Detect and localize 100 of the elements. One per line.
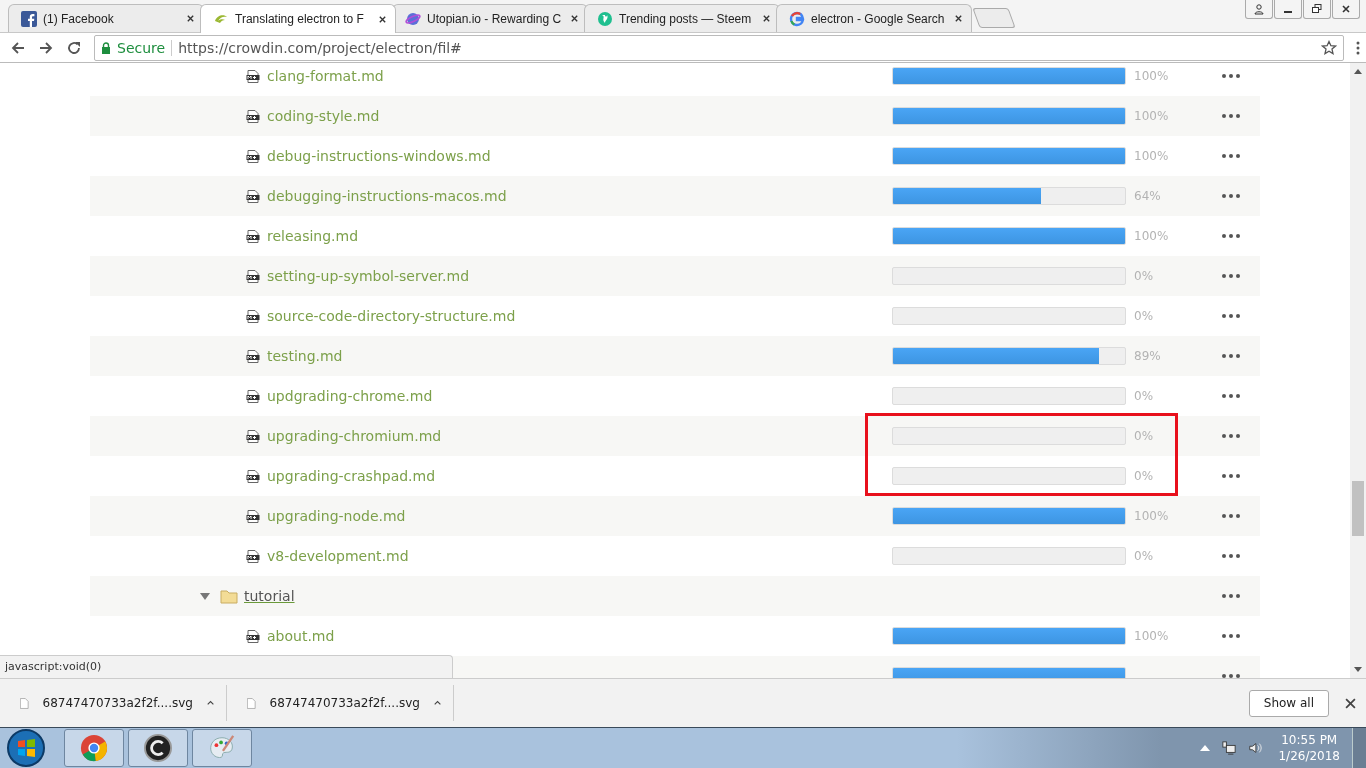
address-bar[interactable]: Secure https://crowdin.com/project/electron/fil# xyxy=(94,34,1344,61)
more-icon[interactable] xyxy=(1222,274,1240,278)
progress-percent: 100% xyxy=(1133,149,1170,163)
more-icon[interactable] xyxy=(1222,634,1240,638)
volume-icon[interactable] xyxy=(1248,741,1263,755)
file-name[interactable]: debugging-instructions-macos.md xyxy=(267,188,507,204)
close-icon[interactable] xyxy=(186,14,195,23)
progress-percent: 64% xyxy=(1133,189,1162,203)
more-icon[interactable] xyxy=(1222,434,1240,438)
progress-percent: 0% xyxy=(1133,389,1155,403)
chrome-icon xyxy=(80,734,108,762)
restore-icon xyxy=(1311,3,1323,15)
forward-icon[interactable] xyxy=(38,39,54,56)
menu-icon[interactable] xyxy=(1356,39,1360,56)
progress-percent: 89% xyxy=(1133,349,1162,363)
start-button[interactable] xyxy=(6,728,46,768)
network-icon[interactable] xyxy=(1222,741,1237,755)
file-name[interactable]: about.md xyxy=(267,628,335,644)
show-desktop-button[interactable] xyxy=(1352,728,1366,768)
file-name[interactable]: debug-instructions-windows.md xyxy=(267,148,491,164)
more-icon[interactable] xyxy=(1222,554,1240,558)
show-hidden-icon[interactable] xyxy=(1200,745,1211,751)
markdown-file-icon xyxy=(246,509,260,523)
markdown-file-icon xyxy=(246,229,260,243)
scroll-thumb[interactable] xyxy=(1352,481,1364,536)
taskbar-app[interactable] xyxy=(128,729,188,767)
more-icon[interactable] xyxy=(1222,354,1240,358)
more-icon[interactable] xyxy=(1222,74,1240,78)
progress-percent: 0% xyxy=(1133,269,1155,283)
file-icon xyxy=(20,695,29,711)
back-icon[interactable] xyxy=(10,39,26,56)
progress-percent: 100% xyxy=(1133,69,1170,83)
close-button[interactable] xyxy=(1332,0,1360,19)
scrollbar[interactable] xyxy=(1350,63,1366,678)
file-name[interactable]: coding-style.md xyxy=(267,108,380,124)
browser-tab[interactable]: electron - Google Search xyxy=(776,4,972,32)
progress-percent: 100% xyxy=(1133,629,1170,643)
file-name[interactable]: upgrading-chromium.md xyxy=(267,428,442,444)
url-text: https://crowdin.com/project/electron/fil# xyxy=(178,39,463,56)
markdown-file-icon xyxy=(246,469,260,483)
more-icon[interactable] xyxy=(1222,234,1240,238)
close-icon[interactable] xyxy=(378,14,387,24)
markdown-file-icon xyxy=(246,629,260,643)
close-icon[interactable] xyxy=(762,14,771,23)
file-name[interactable]: source-code-directory-structure.md xyxy=(267,308,516,324)
progress-percent: 0% xyxy=(1133,429,1155,443)
file-name[interactable]: v8-development.md xyxy=(267,548,409,564)
progress-percent: 100% xyxy=(1133,509,1170,523)
more-icon[interactable] xyxy=(1222,594,1240,598)
markdown-file-icon xyxy=(246,349,260,363)
more-icon[interactable] xyxy=(1222,314,1240,318)
reload-icon[interactable] xyxy=(66,39,82,56)
person-icon xyxy=(1253,3,1265,15)
progress-percent: 0% xyxy=(1133,549,1155,563)
expand-arrow-icon[interactable] xyxy=(200,591,210,601)
minimize-button[interactable] xyxy=(1274,0,1302,19)
more-icon[interactable] xyxy=(1222,154,1240,158)
more-icon[interactable] xyxy=(1222,674,1240,678)
file-name[interactable]: updgrading-chrome.md xyxy=(267,388,433,404)
folder-icon xyxy=(220,588,238,604)
file-name[interactable]: upgrading-node.md xyxy=(267,508,406,524)
clock-time: 10:55 PM xyxy=(1281,733,1338,747)
file-icon xyxy=(247,695,256,711)
more-icon[interactable] xyxy=(1222,474,1240,478)
star-icon[interactable] xyxy=(1321,39,1337,56)
progress-percent: 0% xyxy=(1133,469,1155,483)
file-name[interactable]: testing.md xyxy=(267,348,343,364)
progress-percent: 0% xyxy=(1133,309,1155,323)
markdown-file-icon xyxy=(246,109,260,123)
browser-tab[interactable]: Translating electron to F xyxy=(200,4,396,33)
more-icon[interactable] xyxy=(1222,514,1240,518)
markdown-file-icon xyxy=(246,309,260,323)
lock-icon xyxy=(101,41,111,54)
file-name[interactable]: releasing.md xyxy=(267,228,359,244)
markdown-file-icon xyxy=(246,189,260,203)
scroll-up-icon[interactable] xyxy=(1354,69,1362,74)
file-name[interactable]: upgrading-crashpad.md xyxy=(267,468,436,484)
minimize-icon xyxy=(1284,11,1292,13)
facebook-icon xyxy=(21,10,37,27)
clock-date: 1/26/2018 xyxy=(1278,749,1340,763)
more-icon[interactable] xyxy=(1222,114,1240,118)
download-item[interactable]: 68747470733a2f2f....svg xyxy=(227,685,454,721)
markdown-file-icon xyxy=(246,269,260,283)
caret-icon[interactable] xyxy=(206,700,214,706)
disc-icon xyxy=(144,734,172,762)
scroll-down-icon[interactable] xyxy=(1354,667,1362,672)
download-item[interactable]: 68747470733a2f2f....svg xyxy=(0,685,227,721)
more-icon[interactable] xyxy=(1222,394,1240,398)
close-icon[interactable] xyxy=(570,14,579,23)
folder-name[interactable]: tutorial xyxy=(244,588,295,604)
restore-button[interactable] xyxy=(1303,0,1331,19)
caret-icon[interactable] xyxy=(433,700,441,706)
progress-percent: 100% xyxy=(1133,109,1170,123)
markdown-file-icon xyxy=(246,69,260,83)
file-name[interactable]: clang-format.md xyxy=(267,68,384,84)
file-name[interactable]: setting-up-symbol-server.md xyxy=(267,268,469,284)
more-icon[interactable] xyxy=(1222,194,1240,198)
close-icon[interactable] xyxy=(1345,697,1356,709)
close-icon[interactable] xyxy=(954,14,963,23)
show-all-button[interactable]: Show all xyxy=(1248,689,1329,717)
